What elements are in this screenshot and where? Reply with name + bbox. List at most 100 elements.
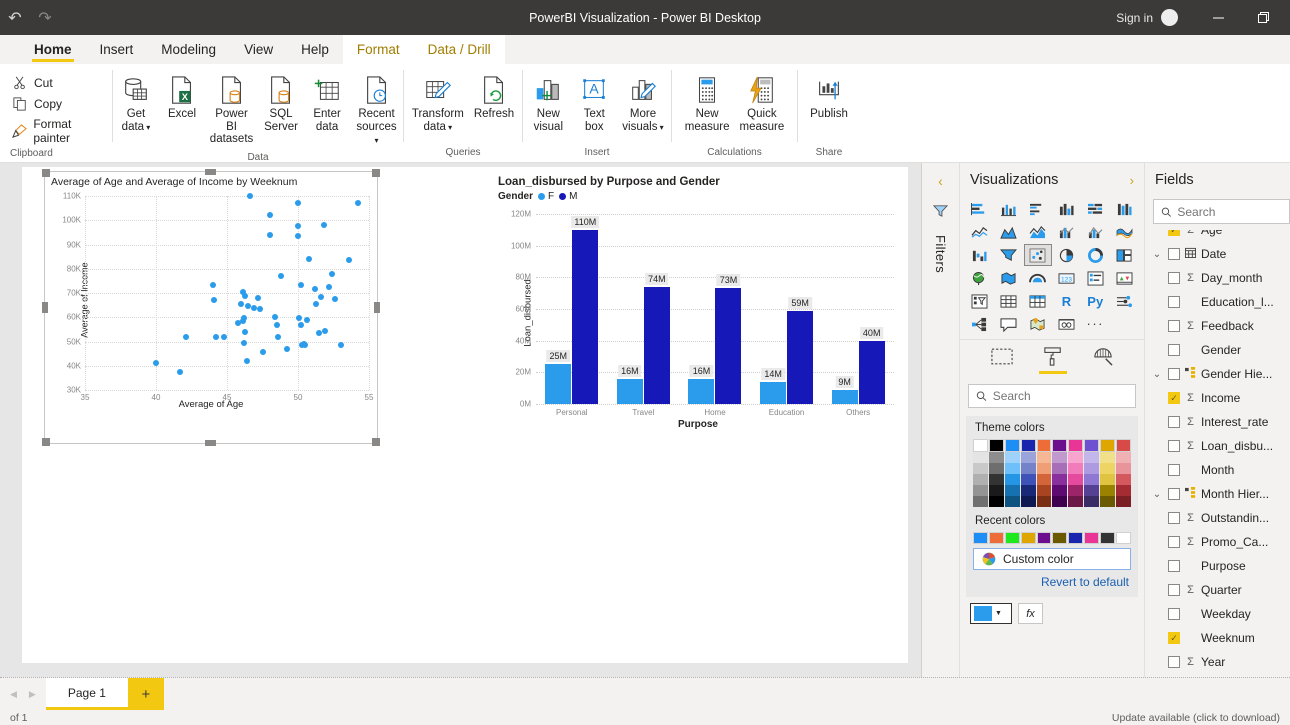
funnel-chart-icon[interactable] (995, 244, 1023, 266)
theme-shade-swatch[interactable] (1021, 452, 1036, 463)
theme-shade-swatch[interactable] (1052, 485, 1067, 496)
field-row[interactable]: Weeknum (1145, 626, 1290, 650)
update-available-link[interactable]: Update available (click to download) (1112, 712, 1280, 724)
paginated-report-icon[interactable] (1053, 313, 1081, 335)
line-clustered-column-chart-icon[interactable] (1081, 221, 1109, 243)
scatter-chart-icon[interactable] (1024, 244, 1052, 266)
smart-narrative-icon[interactable] (995, 313, 1023, 335)
field-checkbox[interactable] (1168, 392, 1180, 404)
kpi-icon[interactable] (1110, 267, 1138, 289)
matrix-icon[interactable] (1024, 290, 1052, 312)
filter-funnel-icon[interactable] (933, 203, 948, 221)
chevron-left-icon[interactable]: ‹ (938, 173, 943, 189)
page-tab-page-1[interactable]: Page 1 (46, 678, 128, 710)
field-checkbox[interactable] (1168, 512, 1180, 524)
scatter-data-point[interactable] (242, 293, 248, 299)
bar-column[interactable]: 9M (832, 390, 858, 404)
more-visuals-button[interactable]: More visuals ▾ (617, 70, 668, 136)
field-row[interactable]: ⌄Gender Hie... (1145, 362, 1290, 386)
theme-shade-swatch[interactable] (1021, 474, 1036, 485)
decomposition-tree-icon[interactable] (966, 313, 994, 335)
theme-shade-swatch[interactable] (973, 485, 988, 496)
bar-plot-area[interactable]: 0M20M40M60M80M100M120M25M110MPersonal16M… (536, 214, 894, 404)
publish-button[interactable]: Publish (805, 70, 853, 135)
theme-shade-swatch[interactable] (1084, 496, 1099, 507)
theme-colors-row-main[interactable] (966, 439, 1138, 452)
theme-shade-swatch[interactable] (1005, 452, 1020, 463)
field-row[interactable]: ΣQuarter (1145, 578, 1290, 602)
theme-shade-swatch[interactable] (989, 463, 1004, 474)
scatter-data-point[interactable] (284, 346, 290, 352)
theme-color-swatch[interactable] (1021, 439, 1036, 452)
scatter-data-point[interactable] (326, 284, 332, 290)
line-stacked-column-chart-icon[interactable] (1053, 221, 1081, 243)
fields-search-box[interactable] (1153, 199, 1290, 224)
scatter-data-point[interactable] (267, 232, 273, 238)
theme-shade-swatch[interactable] (1100, 474, 1115, 485)
scatter-data-point[interactable] (272, 314, 278, 320)
tab-home[interactable]: Home (20, 35, 86, 64)
map-icon[interactable] (966, 267, 994, 289)
field-checkbox[interactable] (1168, 584, 1180, 596)
theme-shade-swatch[interactable] (1068, 474, 1083, 485)
field-checkbox[interactable] (1168, 608, 1180, 620)
resize-handle-bc[interactable] (205, 440, 216, 446)
report-canvas-area[interactable]: Average of Age and Average of Income by … (0, 163, 922, 677)
waterfall-chart-icon[interactable] (966, 244, 994, 266)
refresh-button[interactable]: Refresh (469, 70, 519, 135)
field-row[interactable]: ΣDay_month (1145, 266, 1290, 290)
custom-color-button[interactable]: Custom color (973, 548, 1131, 570)
theme-shade-swatch[interactable] (1116, 485, 1131, 496)
field-checkbox[interactable] (1168, 272, 1180, 284)
theme-shade-swatch[interactable] (1116, 474, 1131, 485)
sql-server-button[interactable]: SQL Server (258, 70, 304, 135)
theme-shade-swatch[interactable] (1084, 463, 1099, 474)
field-row[interactable]: ΣLoan_disbu... (1145, 434, 1290, 458)
field-checkbox[interactable] (1168, 320, 1180, 332)
area-chart-icon[interactable] (995, 221, 1023, 243)
scatter-data-point[interactable] (213, 334, 219, 340)
theme-shade-swatch[interactable] (1116, 452, 1131, 463)
tab-data-drill[interactable]: Data / Drill (414, 35, 505, 64)
scatter-data-point[interactable] (260, 349, 266, 355)
scatter-data-point[interactable] (355, 200, 361, 206)
theme-shade-swatch[interactable] (1084, 485, 1099, 496)
scatter-data-point[interactable] (295, 233, 301, 239)
scatter-data-point[interactable] (298, 282, 304, 288)
theme-shade-swatch[interactable] (989, 474, 1004, 485)
multi-row-card-icon[interactable] (1081, 267, 1109, 289)
theme-shade-swatch[interactable] (1037, 474, 1052, 485)
new-measure-button[interactable]: New measure (680, 70, 735, 135)
visualization-type-grid[interactable]: 123RPy··· (960, 196, 1144, 339)
recent-color-swatch[interactable] (1005, 532, 1020, 544)
scatter-data-point[interactable] (312, 286, 318, 292)
copy-button[interactable]: Copy (8, 95, 112, 113)
theme-color-swatch[interactable] (1100, 439, 1115, 452)
scatter-data-point[interactable] (295, 223, 301, 229)
theme-color-swatch[interactable] (1084, 439, 1099, 452)
theme-shade-swatch[interactable] (1005, 496, 1020, 507)
scatter-data-point[interactable] (177, 369, 183, 375)
theme-shade-swatch[interactable] (1037, 485, 1052, 496)
clustered-column-chart-icon[interactable] (1053, 198, 1081, 220)
field-checkbox[interactable] (1168, 560, 1180, 572)
scatter-data-point[interactable] (278, 273, 284, 279)
theme-shade-swatch[interactable] (1100, 463, 1115, 474)
fields-search-input[interactable] (1177, 205, 1282, 219)
recent-color-swatch[interactable] (1100, 532, 1115, 544)
scatter-data-point[interactable] (322, 328, 328, 334)
bar-column[interactable]: 25M (545, 364, 571, 404)
get-data-button[interactable]: Get data ▾ (113, 70, 159, 136)
r-script-visual-icon[interactable]: R (1053, 290, 1081, 312)
recent-color-swatch[interactable] (989, 532, 1004, 544)
scatter-data-point[interactable] (274, 322, 280, 328)
bar-column[interactable]: 14M (760, 382, 786, 404)
revert-to-default-link[interactable]: Revert to default (966, 570, 1138, 591)
scatter-plot-area[interactable]: 30K40K50K60K70K80K90K100K110K3540455055 (85, 196, 369, 390)
quick-measure-button[interactable]: Quick measure (735, 70, 790, 135)
resize-handle-bl[interactable] (42, 438, 50, 446)
tab-view[interactable]: View (230, 35, 287, 64)
stacked-column-chart-icon[interactable] (995, 198, 1023, 220)
recent-colors-row[interactable] (966, 532, 1138, 544)
field-checkbox[interactable] (1168, 344, 1180, 356)
